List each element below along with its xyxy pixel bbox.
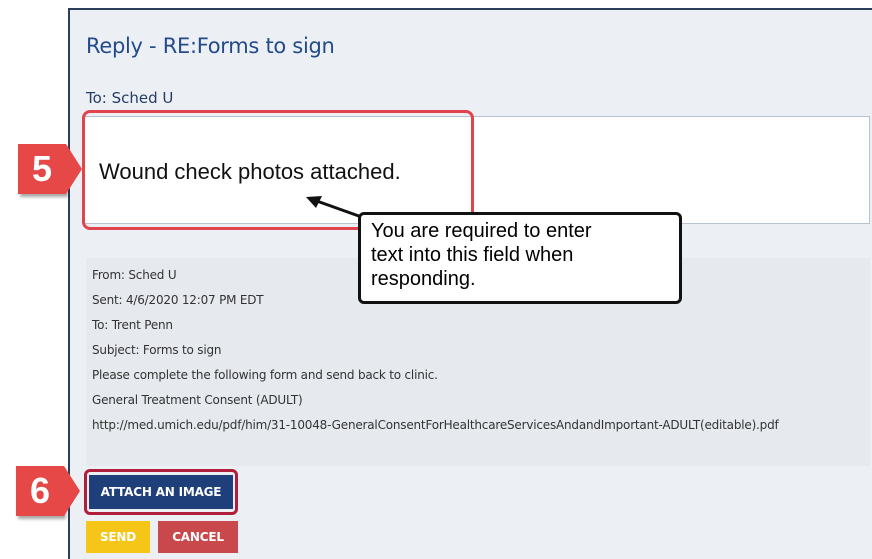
dialog-title: Reply - RE:Forms to sign — [86, 34, 335, 58]
callout-line: You are required to enter — [371, 220, 592, 242]
step-6-badge: 6 — [16, 466, 80, 516]
callout-line: text into this field when — [371, 244, 574, 266]
attach-image-button[interactable]: ATTACH AN IMAGE — [89, 475, 233, 509]
quoted-link[interactable]: http://med.umich.edu/pdf/him/31-10048-Ge… — [92, 418, 779, 432]
quoted-to: To: Trent Penn — [92, 318, 173, 332]
quoted-form-name: General Treatment Consent (ADULT) — [92, 393, 303, 407]
quoted-from: From: Sched U — [92, 268, 177, 282]
callout-line: responding. — [371, 268, 476, 290]
quoted-subject: Subject: Forms to sign — [92, 343, 222, 357]
step-5-badge: 5 — [18, 144, 82, 194]
recipient-label: To: Sched U — [86, 89, 174, 107]
reply-text-field[interactable]: Wound check photos attached. — [84, 116, 870, 224]
cancel-button[interactable]: CANCEL — [158, 521, 238, 553]
quoted-body: Please complete the following form and s… — [92, 368, 438, 382]
send-button[interactable]: SEND — [86, 521, 150, 553]
instruction-callout: You are required to enter text into this… — [358, 212, 682, 304]
quoted-sent: Sent: 4/6/2020 12:07 PM EDT — [92, 293, 264, 307]
